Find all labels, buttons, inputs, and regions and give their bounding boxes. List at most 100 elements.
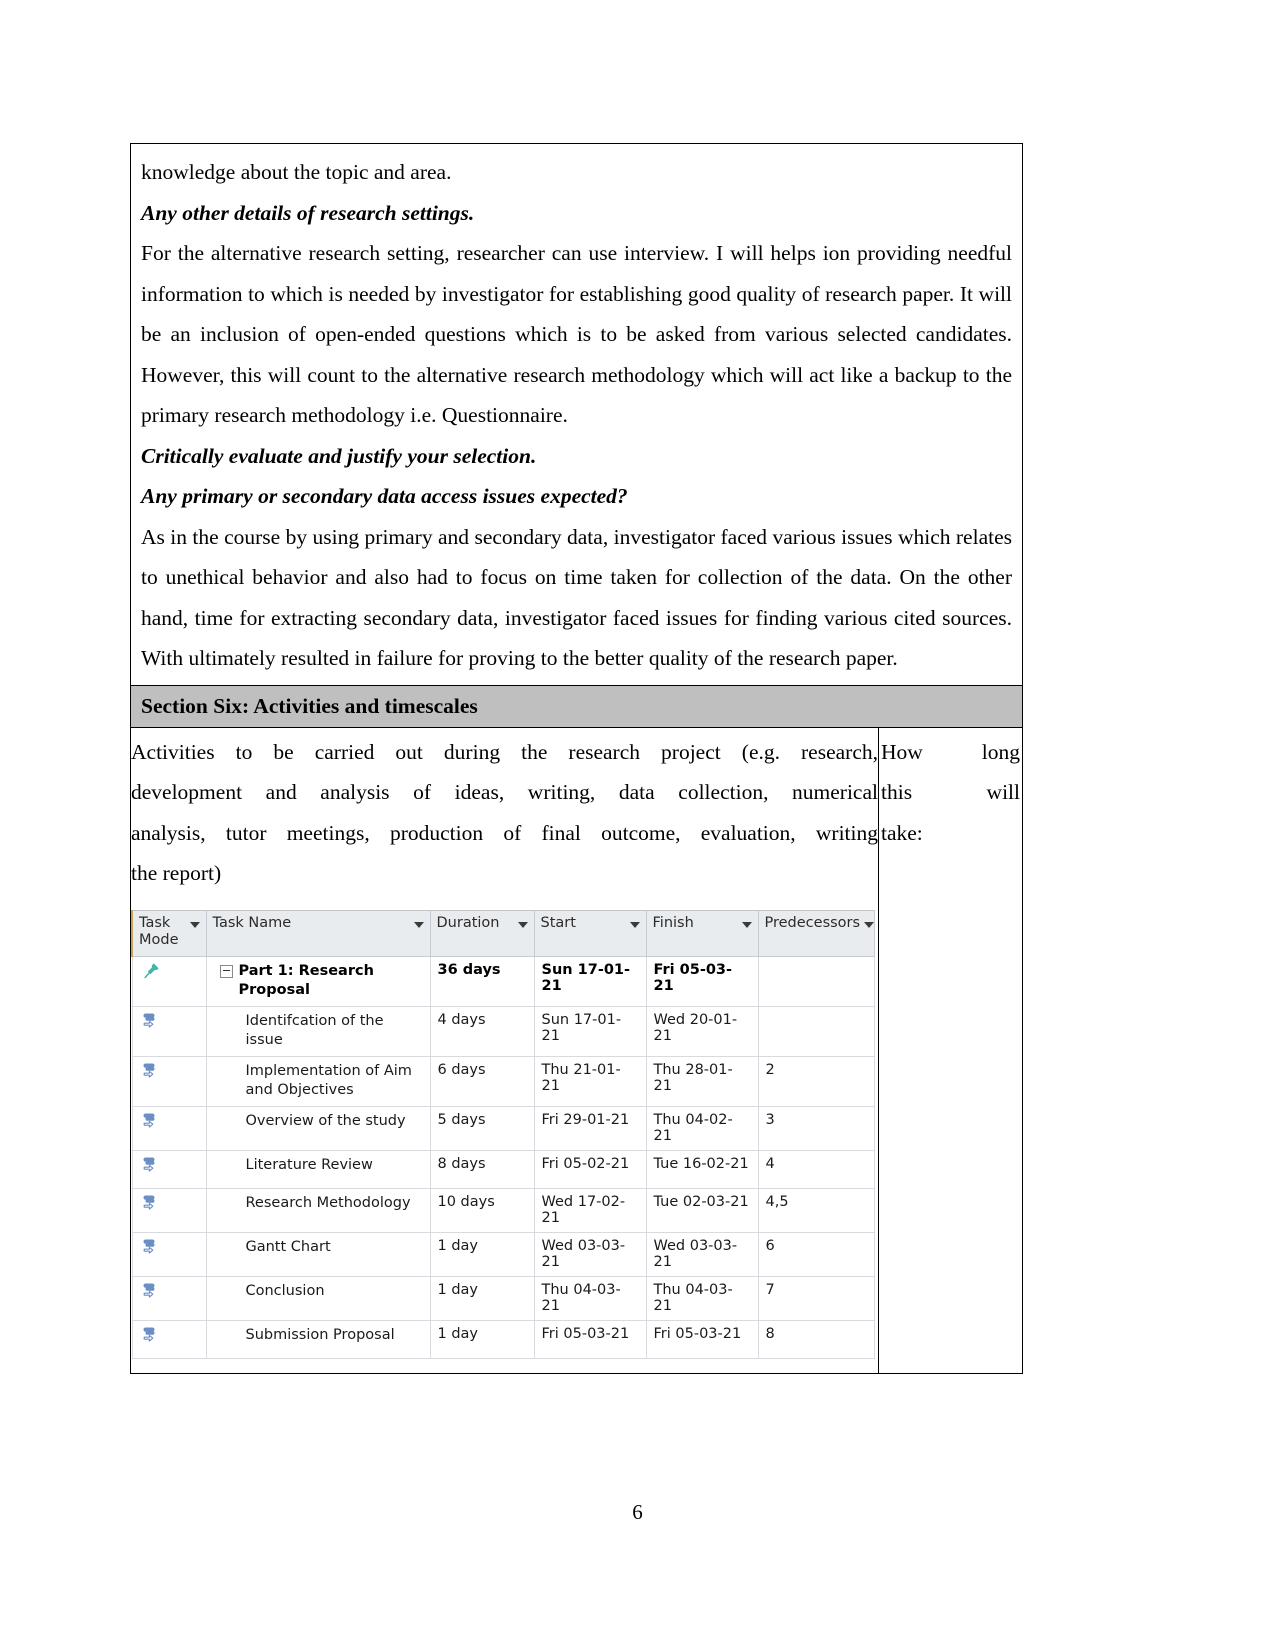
cell-finish[interactable]: Thu 04-03-21	[645, 1275, 759, 1321]
cell-task-name[interactable]: Overview of the study	[205, 1105, 431, 1151]
page-number: 6	[632, 1500, 643, 1524]
cell-predecessors[interactable]: 6	[757, 1231, 875, 1277]
cell-predecessors[interactable]: 4	[757, 1149, 875, 1189]
cell-finish[interactable]: Thu 28-01-21	[645, 1055, 759, 1107]
column-header-start-label: Start	[540, 914, 576, 931]
table-row[interactable]: Part 1: Research Proposal 36 days Sun 17-0…	[131, 955, 875, 1007]
collapse-toggle-icon[interactable]	[219, 964, 233, 978]
cell-task-mode[interactable]	[131, 1005, 207, 1057]
cell-task-mode[interactable]	[131, 1055, 207, 1107]
cell-finish[interactable]: Tue 16-02-21	[645, 1149, 759, 1189]
activities-description-cell: Activities to be carried out during the …	[131, 727, 879, 1373]
cell-duration[interactable]: 8 days	[429, 1149, 535, 1189]
document-page: knowledge about the topic and area. Any …	[0, 0, 1275, 1651]
cell-finish[interactable]: Fri 05-03-21	[645, 1319, 759, 1359]
cell-task-mode[interactable]	[131, 955, 207, 1007]
chevron-down-icon[interactable]	[629, 921, 640, 928]
cell-start[interactable]: Fri 29-01-21	[533, 1105, 647, 1151]
cell-start[interactable]: Fri 05-03-21	[533, 1319, 647, 1359]
cell-duration[interactable]: 1 day	[429, 1319, 535, 1359]
how-long-line-3: take:	[881, 820, 923, 845]
column-header-finish-label: Finish	[652, 914, 694, 931]
cell-start[interactable]: Fri 05-02-21	[533, 1149, 647, 1189]
cell-finish[interactable]: Tue 02-03-21	[645, 1187, 759, 1233]
column-header-predecessors-label: Predecessors	[764, 914, 861, 931]
table-row[interactable]: Gantt Chart 1 day Wed 03-03-21 Wed 03-03-21…	[131, 1231, 875, 1277]
chevron-down-icon[interactable]	[864, 921, 875, 928]
cell-task-name[interactable]: Submission Proposal	[205, 1319, 431, 1359]
cell-task-name[interactable]: Gantt Chart	[205, 1231, 431, 1277]
cell-task-mode[interactable]	[131, 1187, 207, 1233]
cell-task-name[interactable]: Research Methodology	[205, 1187, 431, 1233]
column-header-task-mode[interactable]: Task Mode	[131, 909, 207, 957]
cell-task-name[interactable]: Part 1: Research Proposal	[205, 955, 431, 1007]
cell-task-mode[interactable]	[131, 1275, 207, 1321]
gantt-task-table-wrapper: Task Mode Task Name Duration Start Finis…	[131, 894, 878, 1373]
cell-predecessors[interactable]: 7	[757, 1275, 875, 1321]
auto-schedule-icon[interactable]	[141, 1281, 206, 1305]
cell-duration[interactable]: 36 days	[429, 955, 535, 1007]
cell-predecessors[interactable]	[757, 955, 875, 1007]
table-row[interactable]: Overview of the study 5 days Fri 29-01-21 T…	[131, 1105, 875, 1151]
cell-start[interactable]: Thu 04-03-21	[533, 1275, 647, 1321]
section-six-title: Section Six: Activities and timescales	[141, 693, 478, 718]
auto-schedule-icon[interactable]	[141, 1237, 206, 1261]
cell-start[interactable]: Wed 03-03-21	[533, 1231, 647, 1277]
chevron-down-icon[interactable]	[741, 921, 752, 928]
cell-finish[interactable]: Wed 20-01-21	[645, 1005, 759, 1057]
table-row[interactable]: Implementation of Aim and Objectives 6 da…	[131, 1055, 875, 1107]
auto-schedule-icon[interactable]	[141, 1325, 206, 1349]
auto-schedule-icon[interactable]	[141, 1155, 206, 1179]
auto-schedule-icon[interactable]	[141, 1193, 206, 1217]
cell-predecessors[interactable]	[757, 1005, 875, 1057]
cell-duration[interactable]: 5 days	[429, 1105, 535, 1151]
column-header-start[interactable]: Start	[533, 909, 647, 957]
cell-duration[interactable]: 10 days	[429, 1187, 535, 1233]
cell-predecessors[interactable]: 8	[757, 1319, 875, 1359]
cell-duration[interactable]: 1 day	[429, 1275, 535, 1321]
table-row[interactable]: Literature Review 8 days Fri 05-02-21 Tue 1…	[131, 1149, 875, 1189]
task-name-text: Identifcation of the issue	[245, 1012, 384, 1048]
cell-duration[interactable]: 1 day	[429, 1231, 535, 1277]
cell-predecessors[interactable]: 2	[757, 1055, 875, 1107]
chevron-down-icon[interactable]	[413, 921, 424, 928]
cell-duration[interactable]: 6 days	[429, 1055, 535, 1107]
task-name-text: Submission Proposal	[245, 1326, 395, 1343]
cell-start[interactable]: Sun 17-01-21	[533, 1005, 647, 1057]
table-row[interactable]: Identifcation of the issue 4 days Sun 17-0…	[131, 1005, 875, 1057]
cell-task-mode[interactable]	[131, 1149, 207, 1189]
column-header-finish[interactable]: Finish	[645, 909, 759, 957]
cell-duration[interactable]: 4 days	[429, 1005, 535, 1057]
auto-schedule-icon[interactable]	[141, 1111, 206, 1135]
cell-task-mode[interactable]	[131, 1231, 207, 1277]
cell-task-name[interactable]: Conclusion	[205, 1275, 431, 1321]
table-row[interactable]: Research Methodology 10 days Wed 17-02-21 T…	[131, 1187, 875, 1233]
cell-start[interactable]: Thu 21-01-21	[533, 1055, 647, 1107]
auto-schedule-icon[interactable]	[141, 1061, 206, 1085]
cell-predecessors[interactable]: 3	[757, 1105, 875, 1151]
table-row[interactable]: Submission Proposal 1 day Fri 05-03-21 Fri …	[131, 1319, 875, 1359]
activities-line-1: Activities to be carried out during the …	[131, 739, 878, 764]
cell-start[interactable]: Wed 17-02-21	[533, 1187, 647, 1233]
column-header-duration[interactable]: Duration	[429, 909, 535, 957]
cell-task-mode[interactable]	[131, 1105, 207, 1151]
cell-task-mode[interactable]	[131, 1319, 207, 1359]
auto-schedule-icon[interactable]	[141, 1011, 206, 1035]
cell-start[interactable]: Sun 17-01-21	[533, 955, 647, 1007]
cell-finish[interactable]: Thu 04-02-21	[645, 1105, 759, 1151]
cell-task-name[interactable]: Identifcation of the issue	[205, 1005, 431, 1057]
pushpin-icon[interactable]	[141, 961, 206, 985]
paragraph-data-access-issues: As in the course by using primary and se…	[141, 524, 1012, 671]
column-header-predecessors[interactable]: Predecessors	[757, 909, 875, 957]
table-row[interactable]: Conclusion 1 day Thu 04-03-21 Thu 04-03-21 7	[131, 1275, 875, 1321]
cell-predecessors[interactable]: 4,5	[757, 1187, 875, 1233]
chevron-down-icon[interactable]	[189, 921, 200, 928]
column-header-task-name[interactable]: Task Name	[205, 909, 431, 957]
cell-task-name[interactable]: Literature Review	[205, 1149, 431, 1189]
cell-task-name[interactable]: Implementation of Aim and Objectives	[205, 1055, 431, 1107]
how-long-cell: How long this will take:	[879, 728, 1022, 1373]
cell-finish[interactable]: Fri 05-03-21	[645, 955, 759, 1007]
heading-other-details: Any other details of research settings.	[141, 200, 475, 225]
chevron-down-icon[interactable]	[517, 921, 528, 928]
cell-finish[interactable]: Wed 03-03-21	[645, 1231, 759, 1277]
